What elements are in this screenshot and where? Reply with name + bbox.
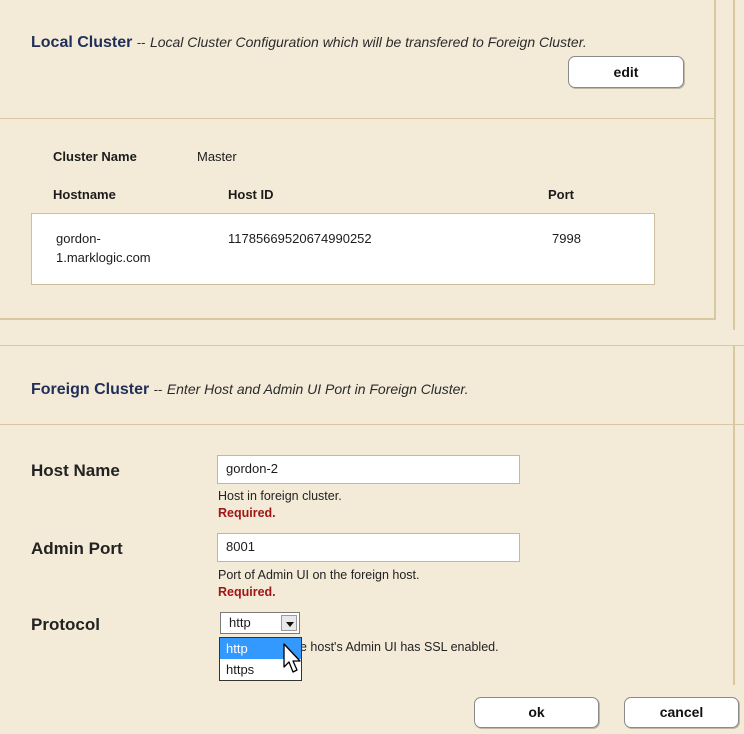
foreign-cluster-sep: --: [153, 382, 163, 397]
admin-port-label: Admin Port: [31, 539, 123, 558]
row-port: 7998: [552, 231, 581, 246]
mouse-cursor-icon: [283, 643, 301, 673]
foreign-cluster-subtitle: Enter Host and Admin UI Port in Foreign …: [166, 381, 469, 397]
foreign-section-divider: [0, 424, 744, 425]
admin-port-help: Port of Admin UI on the foreign host.: [218, 568, 420, 582]
protocol-select-value: http: [229, 615, 251, 630]
table-row: gordon- 1.marklogic.com 1178566952067499…: [31, 213, 655, 285]
host-name-help: Host in foreign cluster.: [218, 489, 342, 503]
foreign-panel-border-right: [733, 345, 735, 685]
foreign-cluster-header: Foreign Cluster -- Enter Host and Admin …: [31, 381, 468, 399]
host-name-label: Host Name: [31, 461, 120, 480]
row-hostname-line2: 1.marklogic.com: [56, 250, 151, 265]
foreign-panel-top: [0, 345, 744, 346]
ok-button[interactable]: ok: [474, 697, 599, 728]
row-hostname-line1: gordon-: [56, 231, 101, 246]
column-header-host-id: Host ID: [228, 187, 274, 202]
local-cluster-header: Local Cluster -- Local Cluster Configura…: [31, 32, 681, 53]
host-name-input[interactable]: gordon-2: [217, 455, 520, 484]
foreign-cluster-title: Foreign Cluster: [31, 381, 150, 398]
local-cluster-title: Local Cluster: [31, 34, 133, 51]
cluster-name-label: Cluster Name: [53, 149, 137, 164]
admin-port-input[interactable]: 8001: [217, 533, 520, 562]
chevron-down-icon[interactable]: [281, 615, 297, 631]
cluster-name-value: Master: [197, 149, 237, 164]
row-host-id: 11785669520674990252: [228, 231, 372, 246]
cancel-button[interactable]: cancel: [624, 697, 739, 728]
outer-border-right: [733, 0, 735, 330]
column-header-port: Port: [548, 187, 574, 202]
panel-border-bottom: [0, 318, 716, 320]
host-name-required: Required.: [218, 506, 276, 520]
local-cluster-sep: --: [136, 35, 146, 50]
protocol-help: e host's Admin UI has SSL enabled.: [300, 640, 499, 654]
admin-port-required: Required.: [218, 585, 276, 599]
edit-button[interactable]: edit: [568, 56, 684, 88]
protocol-label: Protocol: [31, 615, 100, 634]
local-cluster-subtitle: Local Cluster Configuration which will b…: [149, 34, 587, 50]
panel-border-right: [714, 0, 716, 318]
column-header-hostname: Hostname: [53, 187, 116, 202]
section-divider: [0, 118, 716, 119]
protocol-select[interactable]: http: [220, 612, 300, 634]
